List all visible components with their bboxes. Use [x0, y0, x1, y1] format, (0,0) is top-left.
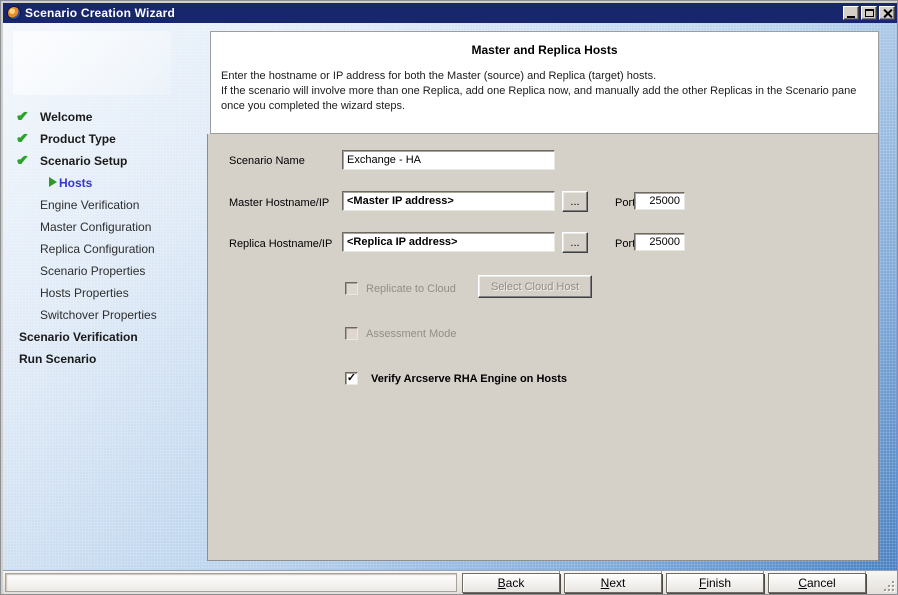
sidebar-step-label: Welcome — [40, 109, 93, 124]
select-cloud-host-button: Select Cloud Host — [478, 275, 592, 298]
hosts-form-panel: Scenario Name Master Hostname/IP ... Por… — [207, 134, 879, 561]
cancel-button[interactable]: Cancel — [768, 573, 866, 593]
sidebar-step-label: Scenario Setup — [40, 153, 128, 168]
sidebar-step-hosts: Hosts — [3, 171, 207, 193]
minimize-icon — [847, 15, 855, 18]
sidebar-step-label: Hosts — [59, 175, 93, 190]
sidebar-step-label: Master Configuration — [40, 219, 152, 234]
status-message-area — [5, 573, 457, 592]
master-hostname-label: Master Hostname/IP — [229, 197, 330, 209]
replica-port-input[interactable] — [634, 233, 685, 251]
scenario-name-label: Scenario Name — [229, 155, 305, 167]
replica-hostname-input[interactable] — [342, 232, 555, 252]
sidebar-step-scenario-setup: ✔ Scenario Setup — [3, 149, 207, 171]
sidebar-step-replica-configuration: Replica Configuration — [3, 237, 207, 259]
sidebar-step-label: Replica Configuration — [40, 241, 155, 256]
sidebar-step-label: Hosts Properties — [40, 285, 129, 300]
sidebar-step-scenario-properties: Scenario Properties — [3, 259, 207, 281]
page-description-line1: Enter the hostname or IP address for bot… — [221, 70, 657, 82]
scenario-name-input[interactable] — [342, 150, 555, 170]
sidebar-step-master-configuration: Master Configuration — [3, 215, 207, 237]
page-description-line2: If the scenario will involve more than o… — [221, 85, 857, 112]
minimize-button[interactable] — [843, 6, 859, 20]
checkmark-icon: ✓ — [346, 372, 357, 384]
finish-button[interactable]: Finish — [666, 573, 764, 593]
resize-grip-icon[interactable] — [882, 579, 894, 591]
back-button[interactable]: Back — [462, 573, 560, 593]
sidebar-step-run-scenario: Run Scenario — [3, 347, 207, 369]
page-header: Master and Replica Hosts Enter the hostn… — [210, 31, 879, 134]
assessment-mode-label: Assessment Mode — [366, 328, 457, 340]
verify-engine-label: Verify Arcserve RHA Engine on Hosts — [371, 373, 568, 385]
sidebar-step-label: Engine Verification — [40, 197, 140, 212]
assessment-mode-checkbox: ✓ — [345, 327, 358, 340]
replicate-to-cloud-label: Replicate to Cloud — [366, 283, 456, 295]
replica-browse-button[interactable]: ... — [562, 232, 588, 253]
titlebar[interactable]: Scenario Creation Wizard — [3, 3, 897, 23]
master-port-input[interactable] — [634, 192, 685, 210]
close-icon — [883, 9, 892, 18]
master-browse-button[interactable]: ... — [562, 191, 588, 212]
sidebar-step-switchover-properties: Switchover Properties — [3, 303, 207, 325]
sidebar-step-scenario-verification: Scenario Verification — [3, 325, 207, 347]
sidebar-step-welcome: ✔ Welcome — [3, 105, 207, 127]
wizard-steps: ✔ Welcome ✔ Product Type ✔ Scenario Setup Host… — [3, 105, 207, 369]
sidebar-step-engine-verification: Engine Verification — [3, 193, 207, 215]
sidebar-step-label: Run Scenario — [19, 351, 97, 366]
step-completed-check-icon: ✔ — [16, 130, 28, 146]
maximize-button[interactable] — [861, 6, 877, 20]
step-completed-check-icon: ✔ — [16, 108, 28, 124]
arcserve-globe-icon — [7, 6, 21, 20]
replicate-to-cloud-checkbox: ✓ — [345, 282, 358, 295]
step-current-arrow-icon — [49, 177, 57, 187]
maximize-icon — [864, 9, 874, 17]
master-port-label: Port — [615, 197, 636, 209]
footer-bar: Back Next Finish Cancel — [3, 570, 897, 594]
window-title: Scenario Creation Wizard — [25, 6, 176, 20]
logo-area — [13, 31, 171, 95]
scenario-creation-wizard-window: Scenario Creation Wizard ✔ Welcome ✔ Produc… — [0, 0, 898, 595]
wizard-body: ✔ Welcome ✔ Product Type ✔ Scenario Setup Host… — [3, 23, 897, 570]
verify-engine-checkbox[interactable]: ✓ — [345, 372, 358, 385]
sidebar-step-product-type: ✔ Product Type — [3, 127, 207, 149]
sidebar-step-hosts-properties: Hosts Properties — [3, 281, 207, 303]
master-hostname-input[interactable] — [342, 191, 555, 211]
replica-port-label: Port — [615, 238, 636, 250]
step-completed-check-icon: ✔ — [16, 152, 28, 168]
sidebar-step-label: Product Type — [40, 131, 116, 146]
sidebar-step-label: Scenario Verification — [19, 329, 138, 344]
page-title: Master and Replica Hosts — [471, 43, 618, 57]
sidebar-step-label: Switchover Properties — [40, 307, 157, 322]
replica-hostname-label: Replica Hostname/IP — [229, 238, 333, 250]
close-button[interactable] — [879, 6, 895, 20]
next-button[interactable]: Next — [564, 573, 662, 593]
sidebar-step-label: Scenario Properties — [40, 263, 146, 278]
